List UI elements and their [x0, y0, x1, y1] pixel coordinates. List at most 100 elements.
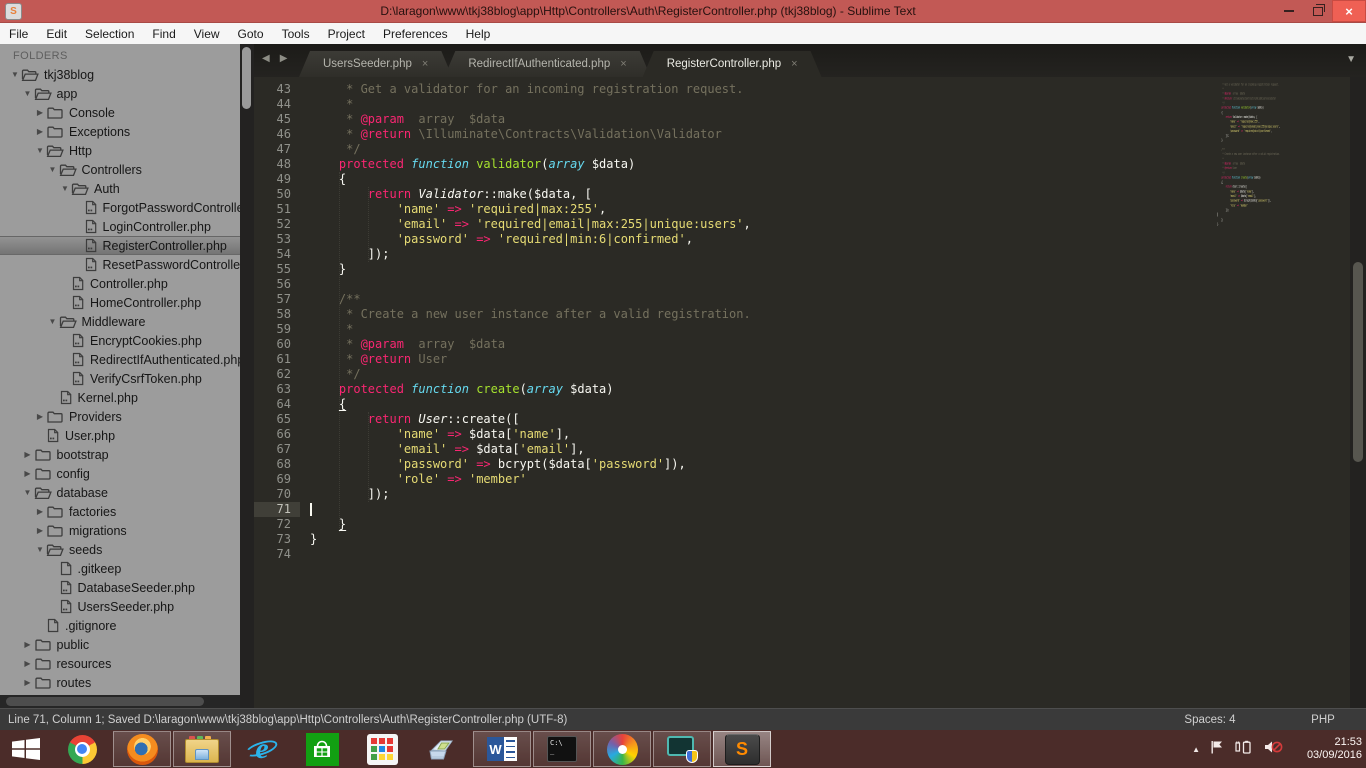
code-line[interactable]: 'name' => $data['name'],: [310, 427, 1236, 442]
tab-registercontroller-php[interactable]: RegisterController.php ×: [643, 51, 822, 77]
code-line[interactable]: /**: [310, 292, 1236, 307]
sidebar-item-exceptions[interactable]: ▶ Exceptions: [0, 122, 240, 141]
code-line[interactable]: 'name' => 'required|max:255',: [310, 202, 1236, 217]
collapse-arrow-icon[interactable]: ▼: [22, 89, 34, 98]
taskbar-command-prompt-button[interactable]: C:\ _: [533, 731, 591, 767]
tab-overflow-icon[interactable]: ▼: [1346, 54, 1356, 65]
tab-close-icon[interactable]: ×: [620, 58, 626, 70]
sidebar-hscroll-thumb[interactable]: [6, 697, 204, 706]
code-line[interactable]: *: [310, 322, 1236, 337]
editor[interactable]: 43 44 45 46 47 48 49 50 51 52 53 54 55 56 57 58 59 60 61 62…: [254, 77, 1366, 708]
menu-project[interactable]: Project: [319, 23, 374, 44]
indent-setting[interactable]: Spaces: 4: [1140, 714, 1280, 726]
sidebar-item-registercontroller-php[interactable]: RegisterController.php: [0, 236, 240, 255]
code-line[interactable]: 'email' => $data['email'],: [310, 442, 1236, 457]
expand-arrow-icon[interactable]: ▶: [22, 469, 34, 478]
line-number[interactable]: 45: [254, 112, 300, 127]
code-line[interactable]: * @param array $data: [310, 337, 1236, 352]
code-line[interactable]: ]);: [310, 247, 1236, 262]
line-number[interactable]: 66: [254, 427, 300, 442]
line-number[interactable]: 50: [254, 187, 300, 202]
code-line[interactable]: 'email' => 'required|email|max:255|uniqu…: [310, 217, 1236, 232]
menu-goto[interactable]: Goto: [229, 23, 273, 44]
taskbar-file-explorer-button[interactable]: [173, 731, 231, 767]
menu-find[interactable]: Find: [143, 23, 184, 44]
sidebar-item-auth[interactable]: ▼ Auth: [0, 179, 240, 198]
line-number[interactable]: 64: [254, 397, 300, 412]
tab-forward-icon[interactable]: ▶: [280, 53, 288, 64]
line-number[interactable]: 48: [254, 157, 300, 172]
code-line[interactable]: [310, 547, 1236, 562]
line-number[interactable]: 53: [254, 232, 300, 247]
close-button[interactable]: ×: [1332, 0, 1366, 22]
tab-redirectifauthenticated-php[interactable]: RedirectIfAuthenticated.php ×: [444, 51, 650, 77]
expand-arrow-icon[interactable]: ▶: [34, 507, 46, 516]
line-number[interactable]: 55: [254, 262, 300, 277]
code-line[interactable]: */: [310, 367, 1236, 382]
line-number[interactable]: 58: [254, 307, 300, 322]
volume-muted-icon[interactable]: [1263, 739, 1283, 760]
expand-arrow-icon[interactable]: ▶: [22, 659, 34, 668]
line-number[interactable]: 62: [254, 367, 300, 382]
menu-selection[interactable]: Selection: [76, 23, 143, 44]
line-number[interactable]: 54: [254, 247, 300, 262]
sidebar-item-gitkeep[interactable]: .gitkeep: [0, 559, 240, 578]
sidebar-horizontal-scrollbar[interactable]: [0, 695, 240, 708]
sidebar-vertical-scrollbar[interactable]: [240, 44, 254, 708]
menu-edit[interactable]: Edit: [37, 23, 76, 44]
collapse-arrow-icon[interactable]: ▼: [22, 488, 34, 497]
editor-scrollbar[interactable]: [1350, 77, 1366, 708]
tab-usersseeder-php[interactable]: UsersSeeder.php ×: [299, 51, 452, 77]
taskbar-remote-viewer-button[interactable]: [653, 731, 711, 767]
expand-arrow-icon[interactable]: ▶: [22, 450, 34, 459]
code-line[interactable]: * Create a new user instance after a val…: [310, 307, 1236, 322]
sidebar-item-bootstrap[interactable]: ▶ bootstrap: [0, 445, 240, 464]
sidebar-item-user-php[interactable]: User.php: [0, 426, 240, 445]
line-number[interactable]: 65: [254, 412, 300, 427]
code-line[interactable]: */: [310, 142, 1236, 157]
code-line[interactable]: [310, 502, 1236, 517]
sidebar-item-controllers[interactable]: ▼ Controllers: [0, 160, 240, 179]
code-line[interactable]: * @return \Illuminate\Contracts\Validati…: [310, 127, 1236, 142]
sidebar-item-redirectifauthenticated-php[interactable]: RedirectIfAuthenticated.php: [0, 350, 240, 369]
line-number[interactable]: 68: [254, 457, 300, 472]
code-line[interactable]: }: [310, 532, 1236, 547]
clock[interactable]: 21:53 03/09/2016: [1292, 736, 1362, 762]
line-number[interactable]: 56: [254, 277, 300, 292]
line-number[interactable]: 47: [254, 142, 300, 157]
code-line[interactable]: *: [310, 97, 1236, 112]
sidebar-item-homecontroller-php[interactable]: HomeController.php: [0, 293, 240, 312]
minimap[interactable]: * Get a validator for an incoming regist…: [1216, 82, 1330, 242]
line-number[interactable]: 49: [254, 172, 300, 187]
line-number[interactable]: 59: [254, 322, 300, 337]
minimize-button[interactable]: [1274, 0, 1303, 22]
sidebar-item-forgotpasswordcontroller-php[interactable]: ForgotPasswordController.php: [0, 198, 240, 217]
sidebar-item-controller-php[interactable]: Controller.php: [0, 274, 240, 293]
taskbar-scanner-app-button[interactable]: [413, 731, 471, 767]
line-number[interactable]: 52: [254, 217, 300, 232]
line-number[interactable]: 60: [254, 337, 300, 352]
sidebar-vscroll-thumb[interactable]: [242, 47, 251, 109]
taskbar-internet-explorer-button[interactable]: e: [233, 731, 291, 767]
code-line[interactable]: [310, 277, 1236, 292]
code-line[interactable]: protected function create(array $data): [310, 382, 1236, 397]
code-line[interactable]: * @param array $data: [310, 112, 1236, 127]
taskbar-word-button[interactable]: W: [473, 731, 531, 767]
sidebar-item-public[interactable]: ▶ public: [0, 635, 240, 654]
sidebar-item-routes[interactable]: ▶ routes: [0, 673, 240, 692]
line-number[interactable]: 44: [254, 97, 300, 112]
sidebar-item-encryptcookies-php[interactable]: EncryptCookies.php: [0, 331, 240, 350]
taskbar-start-button[interactable]: [1, 731, 51, 767]
line-number[interactable]: 69: [254, 472, 300, 487]
expand-arrow-icon[interactable]: ▶: [34, 108, 46, 117]
code-line[interactable]: return Validator::make($data, [: [310, 187, 1236, 202]
sidebar-item-database[interactable]: ▼ database: [0, 483, 240, 502]
code-line[interactable]: protected function validator(array $data…: [310, 157, 1236, 172]
code-line[interactable]: }: [310, 262, 1236, 277]
collapse-arrow-icon[interactable]: ▼: [34, 146, 46, 155]
tab-close-icon[interactable]: ×: [791, 58, 797, 70]
code-line[interactable]: return User::create([: [310, 412, 1236, 427]
code-line[interactable]: 'password' => bcrypt($data['password']),: [310, 457, 1236, 472]
hidden-icons-chevron-icon[interactable]: ▲: [1192, 745, 1200, 754]
sidebar-item-gitignore[interactable]: .gitignore: [0, 616, 240, 635]
